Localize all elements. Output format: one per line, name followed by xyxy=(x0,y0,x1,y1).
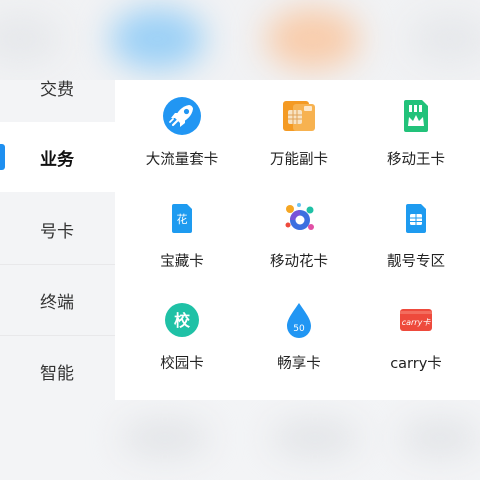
grid-item-label: 移动花卡 xyxy=(270,254,328,270)
grid-item-label: 畅享卡 xyxy=(277,356,321,372)
grid-item-label: carry卡 xyxy=(390,356,442,372)
grid-item-wanneng-fuka[interactable]: 万能副卡 xyxy=(238,80,360,182)
active-indicator xyxy=(0,144,5,170)
category-sidebar: 交费 业务 号卡 终端 智能 xyxy=(0,80,115,400)
hua-badge-text: 花 xyxy=(177,213,188,226)
sidebar-item-label: 智能 xyxy=(40,363,74,384)
grid-item-changxiang-ka[interactable]: 50 畅享卡 xyxy=(238,284,360,386)
carry-card-icon: carry卡 xyxy=(400,309,432,331)
sidebar-item-label: 业务 xyxy=(40,149,74,170)
grid-item-label: 大流量套卡 xyxy=(145,152,219,168)
hua-card-icon: 花 xyxy=(172,204,192,233)
sidebar-item-haoka[interactable]: 号卡 xyxy=(0,194,115,264)
grid-item-label: 校园卡 xyxy=(160,356,204,372)
sidebar-item-yewu[interactable]: 业务 xyxy=(0,122,115,192)
carry-badge-text: carry卡 xyxy=(402,318,432,327)
grid-item-carry-ka[interactable]: carry卡 carry卡 xyxy=(355,284,477,386)
drop-badge-text: 50 xyxy=(293,324,305,334)
sidebar-item-label: 号卡 xyxy=(40,221,74,242)
grid-item-label: 移动王卡 xyxy=(387,152,445,168)
sidebar-item-zhongduan[interactable]: 终端 xyxy=(0,265,115,335)
grid-item-yidong-huaka[interactable]: 移动花卡 xyxy=(238,182,360,284)
grid-item-da-liuliang[interactable]: 大流量套卡 xyxy=(121,80,243,182)
xiao-badge-text: 校 xyxy=(174,311,191,330)
blurred-banner-bottom xyxy=(0,400,480,480)
blur-shape xyxy=(400,418,480,458)
grid-item-xiaoyuan-ka[interactable]: 校 校园卡 xyxy=(121,284,243,386)
grid-item-lianghao-zhuanqu[interactable]: 靓号专区 xyxy=(355,182,477,284)
rocket-icon xyxy=(163,97,201,135)
grid-item-label: 宝藏卡 xyxy=(160,254,204,270)
blur-shape xyxy=(110,8,205,70)
grid-item-baozang-ka[interactable]: 花 宝藏卡 xyxy=(121,182,243,284)
sim-cards-icon xyxy=(283,101,315,131)
sim-crown-icon xyxy=(404,100,428,132)
product-grid: 大流量套卡 万能副卡 移动王卡 花 宝藏卡 移动花卡 靓号专区 校 校园卡 50… xyxy=(115,80,480,400)
sidebar-item-label: 终端 xyxy=(40,292,74,313)
sidebar-item-label: 交费 xyxy=(40,79,74,100)
sim-chip-icon xyxy=(406,204,426,233)
blur-shape xyxy=(265,8,360,70)
sidebar-item-zhineng[interactable]: 智能 xyxy=(0,336,115,406)
sidebar-item-jiaofei[interactable]: 交费 xyxy=(0,52,115,122)
blur-shape xyxy=(270,418,360,458)
grid-item-label: 靓号专区 xyxy=(387,254,445,270)
xiao-badge-icon: 校 xyxy=(165,303,199,337)
blur-shape xyxy=(120,418,210,458)
colorful-sim-icon xyxy=(285,203,314,230)
water-drop-icon: 50 xyxy=(287,303,311,338)
blur-shape xyxy=(410,14,480,64)
grid-item-label: 万能副卡 xyxy=(270,152,328,168)
grid-item-yidong-wangka[interactable]: 移动王卡 xyxy=(355,80,477,182)
